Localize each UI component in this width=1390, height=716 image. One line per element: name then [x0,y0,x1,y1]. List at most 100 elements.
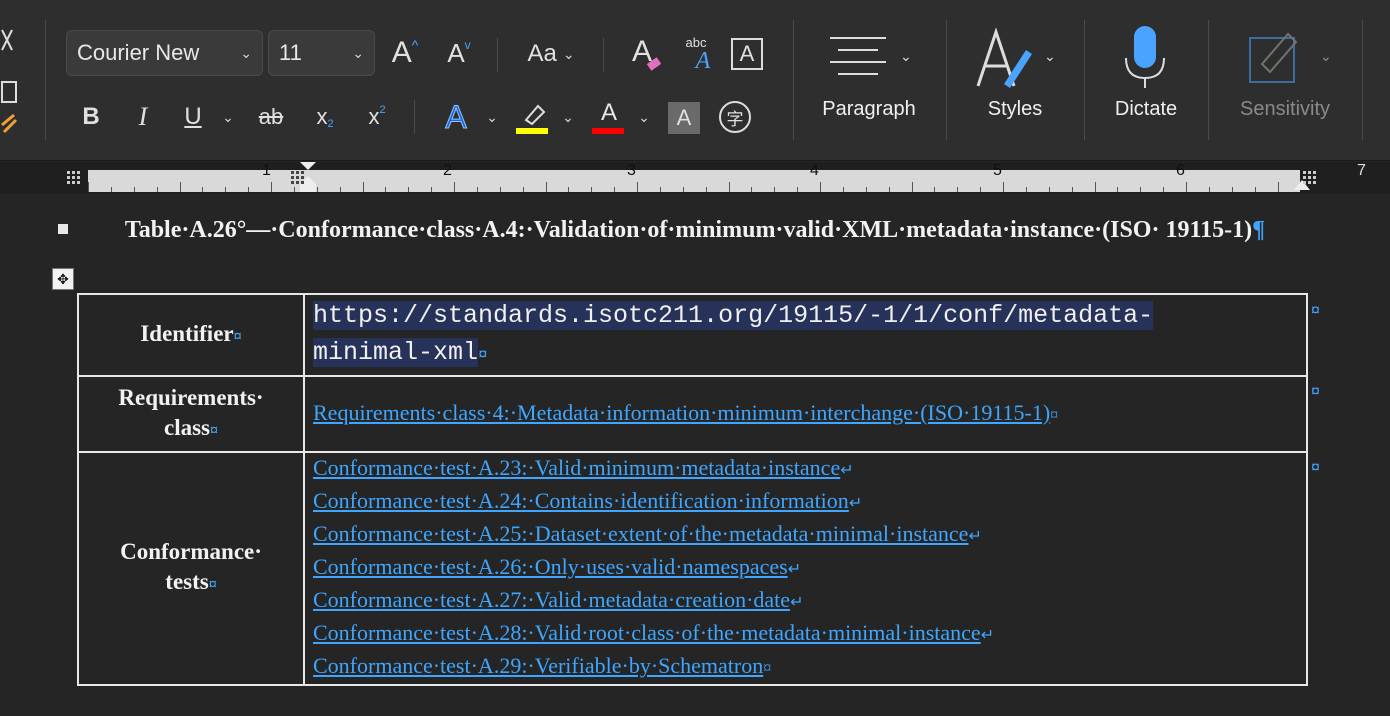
superscript-button[interactable]: x2 [362,100,392,134]
conformance-test-link[interactable]: Conformance·test·A.26:·Only·uses·valid·n… [313,554,788,579]
conformance-test-link[interactable]: Conformance·test·A.23:·Valid·minimum·met… [313,455,840,480]
highlight-options-button[interactable]: ⌄ [558,106,578,130]
separator [1208,20,1209,140]
pilcrow-mark: ¶ [1252,217,1266,243]
table-row: Identifier¤ https://standards.isotc211.o… [77,293,1308,377]
font-color-options-button[interactable]: ⌄ [634,106,654,130]
character-border-button[interactable]: A [731,38,763,70]
ruler-tick [225,187,226,192]
phonetic-guide-button[interactable]: 字 [719,101,751,133]
font-size-dropdown[interactable]: 11 ⌄ [268,30,375,76]
table-column-marker[interactable] [66,170,82,186]
ruler-tick [934,187,935,192]
ruler-number: 3 [627,162,636,179]
ruler-tick [408,187,409,192]
separator [603,38,604,72]
change-case-button[interactable]: Aa ⌄ [520,36,582,72]
row-end-mark: ¤ [1311,459,1320,476]
dictate-button[interactable] [1110,24,1182,94]
highlighter-icon [516,104,548,134]
underline-options-button[interactable]: ⌄ [218,106,238,130]
ruler-tick [797,187,798,192]
font-color-swatch [592,128,624,134]
tests-header-cell[interactable]: Conformance· tests¤ [77,451,305,686]
character-shading-button[interactable]: A [668,102,700,134]
table-column-marker[interactable] [290,170,306,186]
ruler-tick [706,187,707,192]
ruler-tick [866,187,867,192]
font-name-value: Courier New [77,40,200,65]
ruler-tick [340,187,341,192]
conformance-test-link[interactable]: Conformance·test·A.27:·Valid·metadata·cr… [313,587,790,612]
identifier-value-cell[interactable]: https://standards.isotc211.org/19115/-1/… [303,293,1308,377]
row-end-mark: ¤ [1311,302,1320,319]
requirements-header-cell[interactable]: Requirements· class¤ [77,375,305,453]
ruler-tick [1163,187,1164,192]
font-name-dropdown[interactable]: Courier New ⌄ [66,30,263,76]
paragraph-label: Paragraph [822,98,916,120]
ruler-number: 6 [1176,162,1185,179]
text-effects-options-button[interactable]: ⌄ [482,106,502,130]
italic-button[interactable]: I [128,100,158,134]
ruler-tick [889,187,890,192]
clear-formatting-button[interactable]: A [624,32,662,72]
grow-font-button[interactable]: A ^ [388,34,422,72]
text-effects-button[interactable]: A [438,98,474,136]
microphone-icon [1125,26,1165,88]
conformance-test-link[interactable]: Conformance·test·A.24:·Contains·identifi… [313,488,849,513]
text-effects-abc-button[interactable]: abc A [676,34,716,74]
ruler-tick [363,182,364,192]
table-column-marker[interactable] [1302,170,1318,186]
ruler-tick [1255,187,1256,192]
ruler-tick [1072,187,1073,192]
font-color-button[interactable]: A [592,100,626,136]
ruler-number: 4 [810,162,819,179]
paragraph-group-button[interactable]: ⌄ [804,24,934,154]
conformance-test-link[interactable]: Conformance·test·A.29:·Verifiable·by·Sch… [313,653,763,678]
requirements-class-link[interactable]: Requirements·class·4:·Metadata·informati… [313,400,1050,425]
ruler-number: 1 [262,162,271,179]
ruler-tick [500,187,501,192]
shrink-font-button[interactable]: Av [442,34,476,72]
ruler-tick [294,187,295,192]
horizontal-ruler[interactable]: 1 2 3 4 5 6 7 [0,162,1390,194]
chevron-down-icon: ⌄ [900,48,912,64]
dictate-label: Dictate [1114,98,1178,120]
identifier-url-line2: minimal-xml [313,337,479,367]
tests-value-cell[interactable]: Conformance·test·A.23:·Valid·minimum·met… [303,451,1308,686]
sensitivity-icon [1249,32,1298,83]
highlight-button[interactable] [514,100,550,136]
conformance-test-link[interactable]: Conformance·test·A.25:·Dataset·extent·of… [313,521,968,546]
ruler-tick [980,187,981,192]
styles-button[interactable]: ⌄ [960,24,1070,94]
ruler-tick [729,182,730,192]
identifier-url-line1: https://standards.isotc211.org/19115/-1/… [313,300,1154,330]
identifier-header-cell[interactable]: Identifier¤ [77,293,305,377]
paragraph-icon [830,37,886,75]
ribbon-toolbar: Courier New ⌄ 11 ⌄ A ^ Av Aa ⌄ A abc A A B… [0,0,1390,161]
sensitivity-button[interactable]: ⌄ [1240,24,1340,94]
table-caption[interactable]: Table·A.26°—·Conformance·class·A.4:·Vali… [90,214,1300,246]
ruler-tick [1026,187,1027,192]
separator [793,20,794,140]
strikethrough-button[interactable]: ab [252,100,290,134]
ruler-tick [957,187,958,192]
chevron-down-icon: ⌄ [1044,48,1056,64]
table-move-handle[interactable]: ✥ [52,268,74,290]
separator [45,20,46,140]
underline-button[interactable]: U [178,100,208,134]
conformance-test-link[interactable]: Conformance·test·A.28:·Valid·root·class·… [313,620,981,645]
tests-label-line2: tests [165,569,209,594]
clipboard-icons[interactable] [0,20,22,140]
ruler-tick [1186,182,1187,192]
ruler-tick [774,187,775,192]
subscript-button[interactable]: x2 [310,100,340,134]
sensitivity-label: Sensitivity [1239,98,1331,120]
ruler-tick [1232,187,1233,192]
table-row: Requirements· class¤ Requirements·class·… [77,375,1308,453]
ruler-tick [1095,182,1096,192]
ruler-tick [134,187,135,192]
separator [946,20,947,140]
bold-button[interactable]: B [76,100,106,134]
requirements-value-cell[interactable]: Requirements·class·4:·Metadata·informati… [303,375,1308,453]
